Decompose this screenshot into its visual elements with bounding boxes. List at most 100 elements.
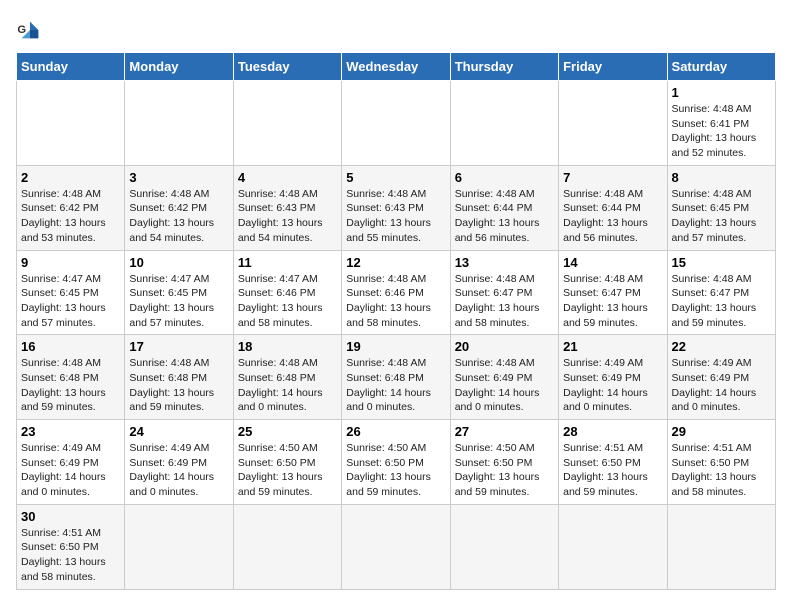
day-number: 30 (21, 509, 120, 524)
calendar-body: 1 Sunrise: 4:48 AM Sunset: 6:41 PM Daylig… (17, 81, 776, 590)
calendar-week-row: 1 Sunrise: 4:48 AM Sunset: 6:41 PM Daylig… (17, 81, 776, 166)
calendar-cell: 15 Sunrise: 4:48 AM Sunset: 6:47 PM Dayli… (667, 250, 775, 335)
day-info: Sunrise: 4:48 AM Sunset: 6:45 PM Dayligh… (672, 187, 771, 246)
day-info: Sunrise: 4:49 AM Sunset: 6:49 PM Dayligh… (563, 356, 662, 415)
day-number: 24 (129, 424, 228, 439)
day-info: Sunrise: 4:47 AM Sunset: 6:45 PM Dayligh… (129, 272, 228, 331)
day-info: Sunrise: 4:49 AM Sunset: 6:49 PM Dayligh… (672, 356, 771, 415)
calendar-week-row: 16Sunrise: 4:48 AM Sunset: 6:48 PM Dayli… (17, 335, 776, 420)
calendar-cell: 11 Sunrise: 4:47 AM Sunset: 6:46 PM Dayli… (233, 250, 341, 335)
day-info: Sunrise: 4:48 AM Sunset: 6:43 PM Dayligh… (238, 187, 337, 246)
day-number: 5 (346, 170, 445, 185)
header: G (16, 16, 776, 44)
calendar-header: SundayMondayTuesdayWednesdayThursdayFrid… (17, 53, 776, 81)
calendar-cell: 14 Sunrise: 4:48 AM Sunset: 6:47 PM Dayli… (559, 250, 667, 335)
svg-text:G: G (17, 24, 26, 36)
day-number: 22 (672, 339, 771, 354)
day-info: Sunrise: 4:49 AM Sunset: 6:49 PM Dayligh… (129, 441, 228, 500)
calendar-cell: 16Sunrise: 4:48 AM Sunset: 6:48 PM Dayli… (17, 335, 125, 420)
logo-icon: G (16, 16, 44, 44)
calendar-cell: 27 Sunrise: 4:50 AM Sunset: 6:50 PM Dayli… (450, 420, 558, 505)
calendar-cell: 26 Sunrise: 4:50 AM Sunset: 6:50 PM Dayli… (342, 420, 450, 505)
day-info: Sunrise: 4:49 AM Sunset: 6:49 PM Dayligh… (21, 441, 120, 500)
day-number: 20 (455, 339, 554, 354)
calendar-week-row: 9 Sunrise: 4:47 AM Sunset: 6:45 PM Daylig… (17, 250, 776, 335)
calendar-week-row: 23Sunrise: 4:49 AM Sunset: 6:49 PM Dayli… (17, 420, 776, 505)
weekday-header-friday: Friday (559, 53, 667, 81)
day-number: 18 (238, 339, 337, 354)
day-info: Sunrise: 4:51 AM Sunset: 6:50 PM Dayligh… (21, 526, 120, 585)
day-number: 10 (129, 255, 228, 270)
day-info: Sunrise: 4:47 AM Sunset: 6:46 PM Dayligh… (238, 272, 337, 331)
calendar-cell (450, 504, 558, 589)
day-info: Sunrise: 4:50 AM Sunset: 6:50 PM Dayligh… (455, 441, 554, 500)
day-number: 9 (21, 255, 120, 270)
calendar-cell (342, 81, 450, 166)
calendar-cell (125, 81, 233, 166)
day-info: Sunrise: 4:47 AM Sunset: 6:45 PM Dayligh… (21, 272, 120, 331)
day-info: Sunrise: 4:48 AM Sunset: 6:42 PM Dayligh… (21, 187, 120, 246)
day-number: 6 (455, 170, 554, 185)
day-info: Sunrise: 4:48 AM Sunset: 6:48 PM Dayligh… (346, 356, 445, 415)
day-info: Sunrise: 4:48 AM Sunset: 6:44 PM Dayligh… (455, 187, 554, 246)
day-number: 26 (346, 424, 445, 439)
day-number: 13 (455, 255, 554, 270)
day-number: 28 (563, 424, 662, 439)
calendar-cell: 9 Sunrise: 4:47 AM Sunset: 6:45 PM Daylig… (17, 250, 125, 335)
day-number: 15 (672, 255, 771, 270)
day-number: 14 (563, 255, 662, 270)
day-number: 7 (563, 170, 662, 185)
day-info: Sunrise: 4:50 AM Sunset: 6:50 PM Dayligh… (238, 441, 337, 500)
calendar-cell: 4 Sunrise: 4:48 AM Sunset: 6:43 PM Daylig… (233, 165, 341, 250)
calendar-table: SundayMondayTuesdayWednesdayThursdayFrid… (16, 52, 776, 590)
day-number: 25 (238, 424, 337, 439)
day-info: Sunrise: 4:48 AM Sunset: 6:46 PM Dayligh… (346, 272, 445, 331)
calendar-cell: 10 Sunrise: 4:47 AM Sunset: 6:45 PM Dayli… (125, 250, 233, 335)
day-info: Sunrise: 4:48 AM Sunset: 6:44 PM Dayligh… (563, 187, 662, 246)
calendar-cell (125, 504, 233, 589)
day-info: Sunrise: 4:48 AM Sunset: 6:47 PM Dayligh… (455, 272, 554, 331)
weekday-header-saturday: Saturday (667, 53, 775, 81)
day-number: 2 (21, 170, 120, 185)
day-info: Sunrise: 4:48 AM Sunset: 6:47 PM Dayligh… (563, 272, 662, 331)
day-info: Sunrise: 4:50 AM Sunset: 6:50 PM Dayligh… (346, 441, 445, 500)
calendar-cell (559, 504, 667, 589)
weekday-header-monday: Monday (125, 53, 233, 81)
calendar-cell: 17Sunrise: 4:48 AM Sunset: 6:48 PM Dayli… (125, 335, 233, 420)
calendar-cell (17, 81, 125, 166)
calendar-cell: 19 Sunrise: 4:48 AM Sunset: 6:48 PM Dayli… (342, 335, 450, 420)
day-info: Sunrise: 4:48 AM Sunset: 6:48 PM Dayligh… (238, 356, 337, 415)
calendar-week-row: 30 Sunrise: 4:51 AM Sunset: 6:50 PM Dayli… (17, 504, 776, 589)
calendar-cell: 29 Sunrise: 4:51 AM Sunset: 6:50 PM Dayli… (667, 420, 775, 505)
day-info: Sunrise: 4:48 AM Sunset: 6:41 PM Dayligh… (672, 102, 771, 161)
calendar-cell: 5 Sunrise: 4:48 AM Sunset: 6:43 PM Daylig… (342, 165, 450, 250)
calendar-cell: 28Sunrise: 4:51 AM Sunset: 6:50 PM Dayli… (559, 420, 667, 505)
day-number: 1 (672, 85, 771, 100)
calendar-cell (450, 81, 558, 166)
day-number: 21 (563, 339, 662, 354)
day-info: Sunrise: 4:51 AM Sunset: 6:50 PM Dayligh… (672, 441, 771, 500)
calendar-cell (559, 81, 667, 166)
day-info: Sunrise: 4:48 AM Sunset: 6:43 PM Dayligh… (346, 187, 445, 246)
calendar-cell: 24 Sunrise: 4:49 AM Sunset: 6:49 PM Dayli… (125, 420, 233, 505)
day-number: 29 (672, 424, 771, 439)
calendar-cell: 3Sunrise: 4:48 AM Sunset: 6:42 PM Daylig… (125, 165, 233, 250)
day-number: 8 (672, 170, 771, 185)
day-number: 11 (238, 255, 337, 270)
calendar-cell: 13 Sunrise: 4:48 AM Sunset: 6:47 PM Dayli… (450, 250, 558, 335)
calendar-cell: 21 Sunrise: 4:49 AM Sunset: 6:49 PM Dayli… (559, 335, 667, 420)
day-number: 19 (346, 339, 445, 354)
calendar-cell: 30 Sunrise: 4:51 AM Sunset: 6:50 PM Dayli… (17, 504, 125, 589)
day-info: Sunrise: 4:48 AM Sunset: 6:42 PM Dayligh… (129, 187, 228, 246)
day-number: 27 (455, 424, 554, 439)
day-info: Sunrise: 4:48 AM Sunset: 6:48 PM Dayligh… (129, 356, 228, 415)
calendar-cell: 18 Sunrise: 4:48 AM Sunset: 6:48 PM Dayli… (233, 335, 341, 420)
logo: G (16, 16, 48, 44)
calendar-cell: 25 Sunrise: 4:50 AM Sunset: 6:50 PM Dayli… (233, 420, 341, 505)
day-number: 4 (238, 170, 337, 185)
calendar-cell: 23Sunrise: 4:49 AM Sunset: 6:49 PM Dayli… (17, 420, 125, 505)
day-info: Sunrise: 4:48 AM Sunset: 6:47 PM Dayligh… (672, 272, 771, 331)
day-info: Sunrise: 4:48 AM Sunset: 6:49 PM Dayligh… (455, 356, 554, 415)
calendar-cell: 6 Sunrise: 4:48 AM Sunset: 6:44 PM Daylig… (450, 165, 558, 250)
calendar-cell: 2 Sunrise: 4:48 AM Sunset: 6:42 PM Daylig… (17, 165, 125, 250)
